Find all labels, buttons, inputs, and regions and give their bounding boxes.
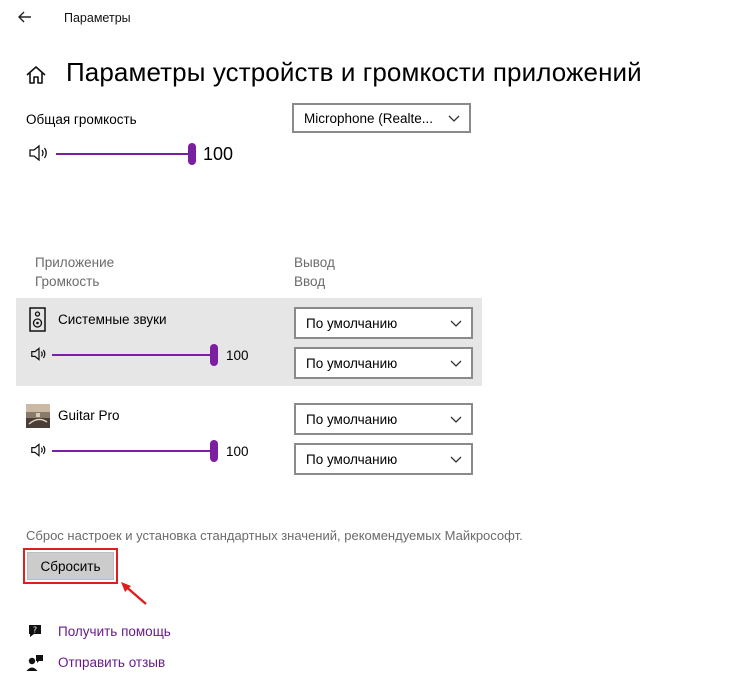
master-input-device-dropdown[interactable]: Microphone (Realte...: [292, 103, 471, 133]
slider-track: [52, 450, 218, 452]
reset-button[interactable]: Сбросить: [27, 552, 114, 580]
master-volume-slider[interactable]: [56, 143, 196, 165]
master-volume-label: Общая громкость: [26, 112, 137, 127]
slider-thumb[interactable]: [210, 344, 218, 366]
feedback-person-icon: [26, 655, 43, 671]
feedback-link[interactable]: Отправить отзыв: [58, 655, 165, 670]
dropdown-value: По умолчанию: [306, 355, 398, 371]
app-output-dropdown[interactable]: По умолчанию: [294, 403, 473, 435]
home-button[interactable]: [24, 63, 48, 87]
master-speaker-button[interactable]: [28, 143, 50, 168]
back-button[interactable]: [12, 6, 38, 28]
system-sounds-icon-wrap: [28, 307, 48, 338]
slider-thumb[interactable]: [188, 143, 196, 165]
slider-thumb[interactable]: [210, 440, 218, 462]
window-title: Параметры: [64, 11, 131, 25]
scrolled-text-fragment: [34, 96, 184, 101]
app-volume-slider[interactable]: [52, 344, 218, 366]
red-arrow-annotation: [121, 582, 147, 605]
chevron-down-icon: [441, 405, 471, 433]
svg-text:?: ?: [33, 626, 37, 635]
slider-track: [56, 153, 196, 155]
help-link-icon-wrap[interactable]: ?: [26, 622, 44, 645]
dropdown-value: По умолчанию: [306, 315, 398, 331]
page-title: Параметры устройств и громкости приложен…: [66, 57, 642, 87]
app-volume-value: 100: [226, 444, 249, 459]
app-name: Системные звуки: [58, 312, 167, 327]
back-arrow-icon: [18, 11, 31, 23]
app-name: Guitar Pro: [58, 408, 120, 423]
guitar-pro-app-icon: [26, 404, 50, 428]
dropdown-value: По умолчанию: [306, 451, 398, 467]
reset-description: Сброс настроек и установка стандартных з…: [26, 528, 523, 543]
slider-track: [52, 354, 218, 356]
speaker-volume-icon: [31, 347, 46, 361]
help-link[interactable]: Получить помощь: [58, 624, 171, 639]
speaker-volume-icon: [31, 443, 46, 457]
chevron-down-icon: [441, 309, 471, 337]
app-input-dropdown[interactable]: По умолчанию: [294, 443, 473, 475]
app-output-dropdown[interactable]: По умолчанию: [294, 307, 473, 339]
chevron-down-icon: [441, 349, 471, 377]
feedback-link-icon-wrap[interactable]: [26, 654, 44, 677]
home-icon: [26, 66, 46, 84]
guitar-pro-icon-wrap: [26, 404, 50, 433]
dropdown-value: Microphone (Realte...: [304, 110, 434, 126]
master-volume-value: 100: [203, 144, 234, 164]
app-speaker-button[interactable]: [30, 442, 48, 463]
header-output: Вывод: [294, 255, 335, 270]
app-speaker-button[interactable]: [30, 346, 48, 367]
speaker-box-icon: [29, 307, 46, 332]
chevron-down-icon: [439, 105, 469, 131]
app-volume-value: 100: [226, 348, 249, 363]
header-volume: Громкость: [35, 274, 100, 289]
speaker-volume-icon: [29, 144, 47, 162]
help-chat-icon: ?: [29, 625, 41, 637]
app-input-dropdown[interactable]: По умолчанию: [294, 347, 473, 379]
app-volume-slider[interactable]: [52, 440, 218, 462]
dropdown-value: По умолчанию: [306, 411, 398, 427]
header-app: Приложение: [35, 255, 115, 270]
chevron-down-icon: [441, 445, 471, 473]
header-input: Ввод: [294, 274, 326, 289]
